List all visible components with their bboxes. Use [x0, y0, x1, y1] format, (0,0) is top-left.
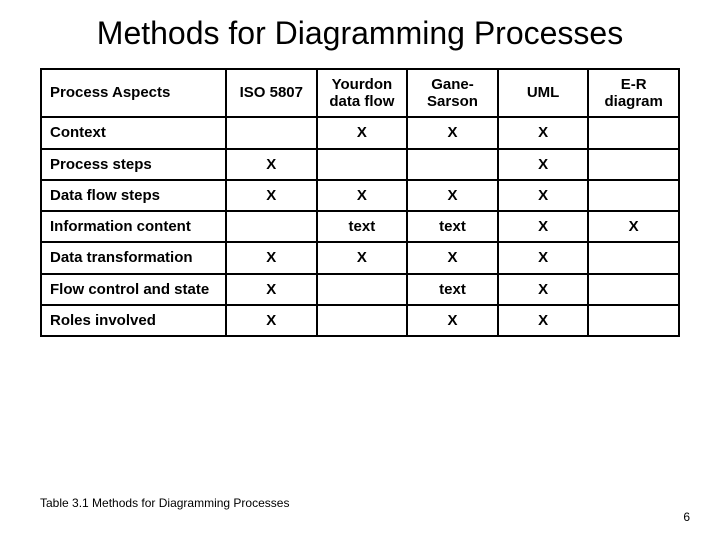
- cell: X: [498, 242, 589, 273]
- cell: [407, 149, 498, 180]
- cell: X: [498, 211, 589, 242]
- table-row: Data transformation X X X X: [41, 242, 679, 273]
- cell: [588, 274, 679, 305]
- row-label: Data transformation: [41, 242, 226, 273]
- col-header: Yourdon data flow: [317, 69, 408, 118]
- cell: [317, 305, 408, 336]
- table-header-row: Process Aspects ISO 5807 Yourdon data fl…: [41, 69, 679, 118]
- table-row: Roles involved X X X: [41, 305, 679, 336]
- cell: X: [317, 242, 408, 273]
- cell: X: [407, 242, 498, 273]
- row-label: Roles involved: [41, 305, 226, 336]
- table-head: Process Aspects ISO 5807 Yourdon data fl…: [41, 69, 679, 118]
- cell: X: [226, 242, 317, 273]
- table-row: Information content text text X X: [41, 211, 679, 242]
- cell: [317, 274, 408, 305]
- row-label: Flow control and state: [41, 274, 226, 305]
- table-body: Context X X X Process steps X X Data flo…: [41, 117, 679, 336]
- table-caption: Table 3.1 Methods for Diagramming Proces…: [40, 496, 289, 510]
- cell: X: [407, 305, 498, 336]
- row-label: Data flow steps: [41, 180, 226, 211]
- col-header: ISO 5807: [226, 69, 317, 118]
- cell: text: [407, 274, 498, 305]
- table-row: Flow control and state X text X: [41, 274, 679, 305]
- cell: [588, 180, 679, 211]
- comparison-table: Process Aspects ISO 5807 Yourdon data fl…: [40, 68, 680, 337]
- cell: X: [498, 274, 589, 305]
- cell: X: [498, 305, 589, 336]
- col-header: UML: [498, 69, 589, 118]
- cell: [317, 149, 408, 180]
- cell: X: [226, 274, 317, 305]
- cell: [226, 211, 317, 242]
- cell: X: [407, 117, 498, 148]
- cell: X: [588, 211, 679, 242]
- col-header: E-R diagram: [588, 69, 679, 118]
- row-label: Information content: [41, 211, 226, 242]
- cell: [588, 149, 679, 180]
- cell: X: [226, 305, 317, 336]
- cell: text: [317, 211, 408, 242]
- table-row: Data flow steps X X X X: [41, 180, 679, 211]
- cell: X: [407, 180, 498, 211]
- cell: [226, 117, 317, 148]
- row-label: Context: [41, 117, 226, 148]
- table-row: Process steps X X: [41, 149, 679, 180]
- page-title: Methods for Diagramming Processes: [40, 15, 680, 52]
- cell: X: [226, 149, 317, 180]
- cell: [588, 305, 679, 336]
- cell: X: [317, 117, 408, 148]
- slide: Methods for Diagramming Processes Proces…: [0, 0, 720, 540]
- cell: text: [407, 211, 498, 242]
- cell: X: [498, 117, 589, 148]
- cell: [588, 117, 679, 148]
- cell: X: [498, 149, 589, 180]
- cell: X: [226, 180, 317, 211]
- row-label: Process steps: [41, 149, 226, 180]
- cell: X: [317, 180, 408, 211]
- col-header: Gane-Sarson: [407, 69, 498, 118]
- cell: [588, 242, 679, 273]
- page-number: 6: [683, 510, 690, 524]
- table-row: Context X X X: [41, 117, 679, 148]
- cell: X: [498, 180, 589, 211]
- table-corner: Process Aspects: [41, 69, 226, 118]
